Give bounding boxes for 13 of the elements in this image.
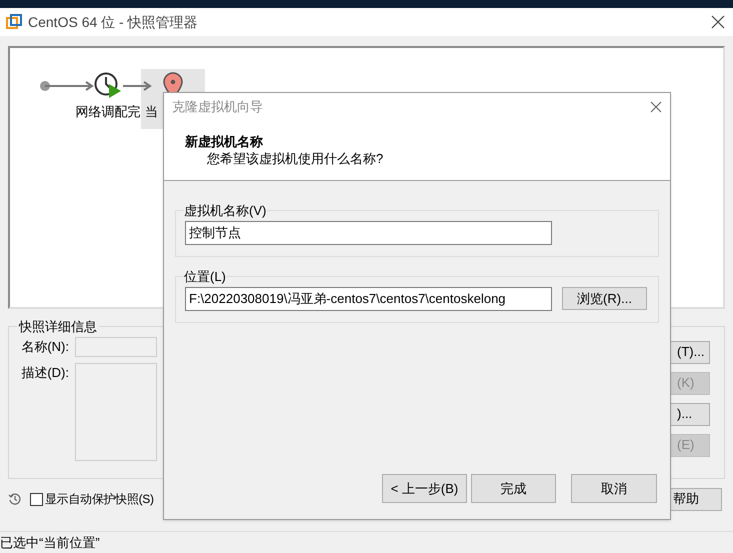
field-label: 名称(N): — [20, 338, 70, 356]
wizard-heading: 新虚拟机名称 — [185, 133, 264, 150]
group-title: 快照详细信息 — [18, 318, 98, 336]
window-title: CentOS 64 位 - 快照管理器 — [28, 12, 198, 32]
node-label: 当 — [144, 103, 158, 121]
status-text: 已选中“当前位置” — [0, 534, 100, 552]
checkbox-label: 显示自动保护快照(S) — [45, 491, 154, 508]
dialog-title: 克隆虚拟机向导 — [172, 98, 263, 116]
group-title: 虚拟机名称(V) — [184, 202, 266, 220]
group-title: 位置(L) — [184, 268, 226, 286]
wizard-subheading: 您希望该虚拟机使用什么名称? — [206, 150, 384, 167]
node-label: 网络调配完 — [76, 103, 140, 121]
field-label: 描述(D): — [20, 364, 70, 382]
